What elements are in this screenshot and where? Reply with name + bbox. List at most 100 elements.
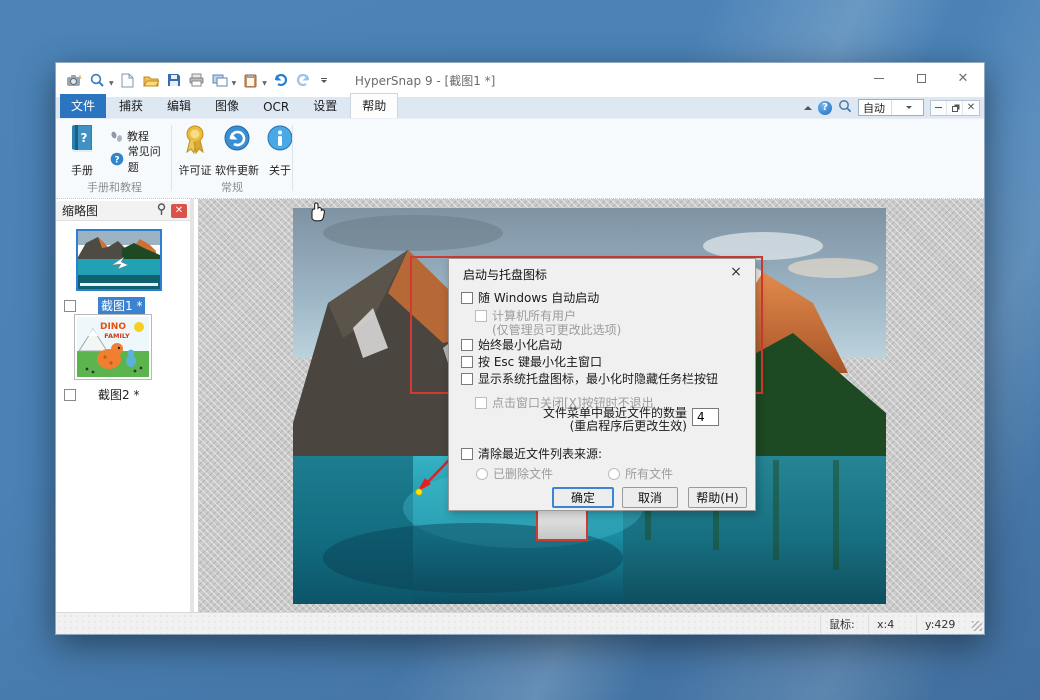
dialog-close-icon[interactable]: × <box>727 263 745 281</box>
startup-tray-dialog: 启动与托盘图标 × 随 Windows 自动启动 计算机所有用户 (仅管理员可更… <box>448 258 756 511</box>
customize-qat-icon[interactable] <box>319 72 329 88</box>
tab-edit[interactable]: 编辑 <box>156 94 202 118</box>
radio-circle <box>608 468 620 480</box>
thumbnail-2-image[interactable]: DINO FAMILY <box>74 314 152 380</box>
tab-capture[interactable]: 捕获 <box>108 94 154 118</box>
mdi-minimize-button[interactable] <box>931 101 947 115</box>
close-button[interactable]: ✕ <box>942 63 984 93</box>
app-camera-icon <box>64 70 84 90</box>
zoom-dropdown-arrow[interactable]: ▼ <box>109 80 114 87</box>
window-capture-button[interactable] <box>210 70 230 90</box>
resize-grip[interactable] <box>972 621 982 631</box>
checkbox-box[interactable] <box>461 448 473 460</box>
redo-button[interactable] <box>294 70 314 90</box>
medal-icon <box>181 124 209 156</box>
checkbox-box-disabled <box>475 310 487 322</box>
thumbnail-1-label[interactable]: 截图1 * <box>98 297 145 314</box>
radio-deleted-files: 已删除文件 <box>476 465 553 482</box>
panel-close-icon[interactable]: ✕ <box>171 204 187 218</box>
radio-label: 已删除文件 <box>493 465 553 482</box>
zoom-tool-button[interactable] <box>87 70 107 90</box>
print-button[interactable] <box>187 70 207 90</box>
image-canvas[interactable]: 启动与托盘图标 × 随 Windows 自动启动 计算机所有用户 (仅管理员可更… <box>198 199 984 614</box>
tab-help[interactable]: 帮助 <box>350 93 398 118</box>
checkbox-autostart[interactable]: 随 Windows 自动启动 <box>461 289 599 306</box>
checkbox-clear-recent[interactable]: 清除最近文件列表来源: <box>461 445 602 462</box>
minimize-button[interactable] <box>858 63 900 93</box>
undo-button[interactable] <box>271 70 291 90</box>
footprints-icon <box>110 130 123 143</box>
thumbnail-panel-title: 缩略图 <box>62 202 156 219</box>
thumbnail-1-image[interactable] <box>76 229 162 291</box>
checkbox-box-disabled <box>475 397 487 409</box>
tab-image[interactable]: 图像 <box>204 94 250 118</box>
paste-button[interactable] <box>240 70 260 90</box>
hypersnap-window: ▼ ▼ ▼ <box>55 62 985 635</box>
manual-button[interactable]: ? 手册 <box>60 124 104 178</box>
capture-mode-dropdown[interactable]: 自动 <box>858 99 924 116</box>
thumbnail-panel-header: 缩略图 ✕ <box>56 201 190 221</box>
ok-button[interactable]: 确定 <box>552 487 614 508</box>
checkbox-label: 随 Windows 自动启动 <box>478 289 599 306</box>
checkbox-label: 显示系统托盘图标，最小化时隐藏任务栏按钮 <box>478 370 718 387</box>
thumb2-text-dino: DINO <box>100 322 126 332</box>
thumbnail-1-checkbox[interactable] <box>64 300 76 312</box>
checkbox-box[interactable] <box>461 373 473 385</box>
checkbox-start-minimized[interactable]: 始终最小化启动 <box>461 336 562 353</box>
update-button[interactable]: 软件更新 <box>211 124 263 178</box>
checkbox-box[interactable] <box>461 339 473 351</box>
pin-icon[interactable] <box>156 201 167 220</box>
recent-files-note: (重启程序后更改生效) <box>509 420 687 433</box>
maximize-button[interactable] <box>900 63 942 93</box>
group-separator <box>292 125 293 191</box>
new-file-button[interactable] <box>118 70 138 90</box>
checkbox-label: 始终最小化启动 <box>478 336 562 353</box>
ribbon-help-panel: ? 手册 教程 ? 常见问题 手册和教程 许可证 <box>56 119 984 199</box>
recent-files-count-input[interactable] <box>692 408 719 426</box>
tabbar-right-cluster: ? 自动 ✕ <box>804 97 984 118</box>
window-capture-dropdown-arrow[interactable]: ▼ <box>232 80 237 87</box>
status-bar: 鼠标: x:4 y:429 <box>56 612 984 634</box>
group-label-general: 常规 <box>173 179 291 195</box>
thumbnail-2-checkbox[interactable] <box>64 389 76 401</box>
dropdown-arrow-icon[interactable] <box>891 100 924 115</box>
thumbnail-2-label[interactable]: 截图2 * <box>98 386 139 403</box>
save-button[interactable] <box>164 70 184 90</box>
tab-settings[interactable]: 设置 <box>302 94 348 118</box>
ribbon-group-manual: ? 手册 教程 ? 常见问题 手册和教程 <box>58 119 171 197</box>
svg-text:?: ? <box>81 131 88 145</box>
mdi-restore-button[interactable] <box>947 101 963 115</box>
open-file-button[interactable] <box>141 70 161 90</box>
search-icon[interactable] <box>838 98 852 117</box>
faq-label: 常见问题 <box>128 143 171 175</box>
mouse-y-value: y:429 <box>916 615 968 633</box>
radio-label: 所有文件 <box>625 465 673 482</box>
mdi-window-controls: ✕ <box>930 100 980 116</box>
help-icon[interactable]: ? <box>818 101 832 115</box>
help-button[interactable]: 帮助(H) <box>688 487 747 508</box>
manual-book-icon: ? <box>67 124 97 156</box>
tab-ocr[interactable]: OCR <box>252 97 300 118</box>
update-icon <box>222 124 252 156</box>
checkbox-box[interactable] <box>461 292 473 304</box>
hand-cursor-icon <box>306 201 328 225</box>
radio-circle <box>476 468 488 480</box>
faq-button[interactable]: ? 常见问题 <box>110 150 171 168</box>
checkbox-esc-minimize[interactable]: 按 Esc 键最小化主窗口 <box>461 353 602 370</box>
checkbox-label: 按 Esc 键最小化主窗口 <box>478 353 602 370</box>
window-title: HyperSnap 9 - [截图1 *] <box>355 72 495 89</box>
info-icon <box>265 124 295 156</box>
paste-dropdown-arrow[interactable]: ▼ <box>262 80 267 87</box>
desktop-wallpaper: ▼ ▼ ▼ <box>0 0 1040 700</box>
question-circle-icon: ? <box>110 152 124 166</box>
checkbox-tray-icon[interactable]: 显示系统托盘图标，最小化时隐藏任务栏按钮 <box>461 370 718 387</box>
collapse-ribbon-icon[interactable] <box>804 106 812 110</box>
thumb2-text-family: FAMILY <box>104 332 130 340</box>
checkbox-box[interactable] <box>461 356 473 368</box>
tab-file[interactable]: 文件 <box>60 94 106 118</box>
svg-text:?: ? <box>114 155 119 165</box>
mdi-close-button[interactable]: ✕ <box>963 101 979 115</box>
ribbon-tab-bar: 文件 捕获 编辑 图像 OCR 设置 帮助 ? 自动 ✕ <box>56 97 984 119</box>
thumbnail-1-row: 截图1 * <box>64 297 145 314</box>
cancel-button[interactable]: 取消 <box>622 487 678 508</box>
